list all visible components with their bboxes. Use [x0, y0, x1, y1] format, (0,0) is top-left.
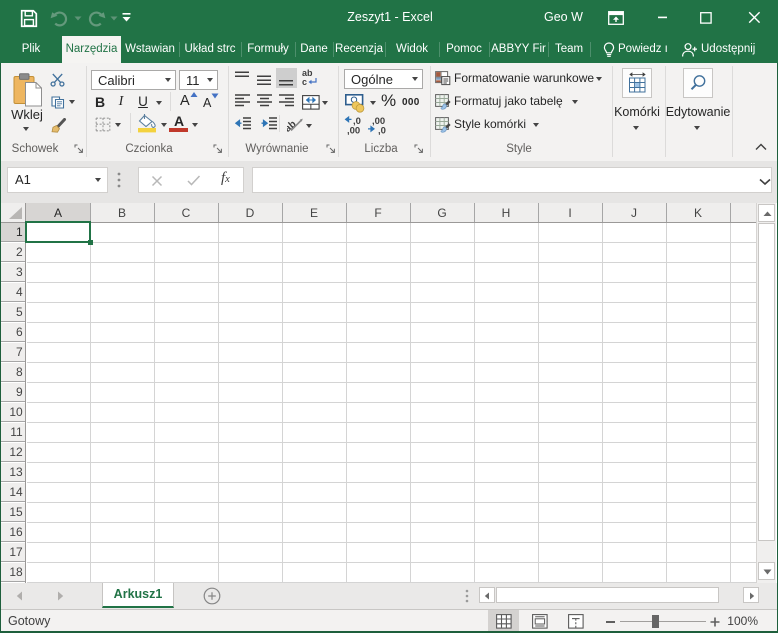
- svg-text:,00: ,00: [347, 126, 360, 136]
- svg-text:,0: ,0: [378, 126, 386, 136]
- svg-text:c: c: [302, 77, 307, 87]
